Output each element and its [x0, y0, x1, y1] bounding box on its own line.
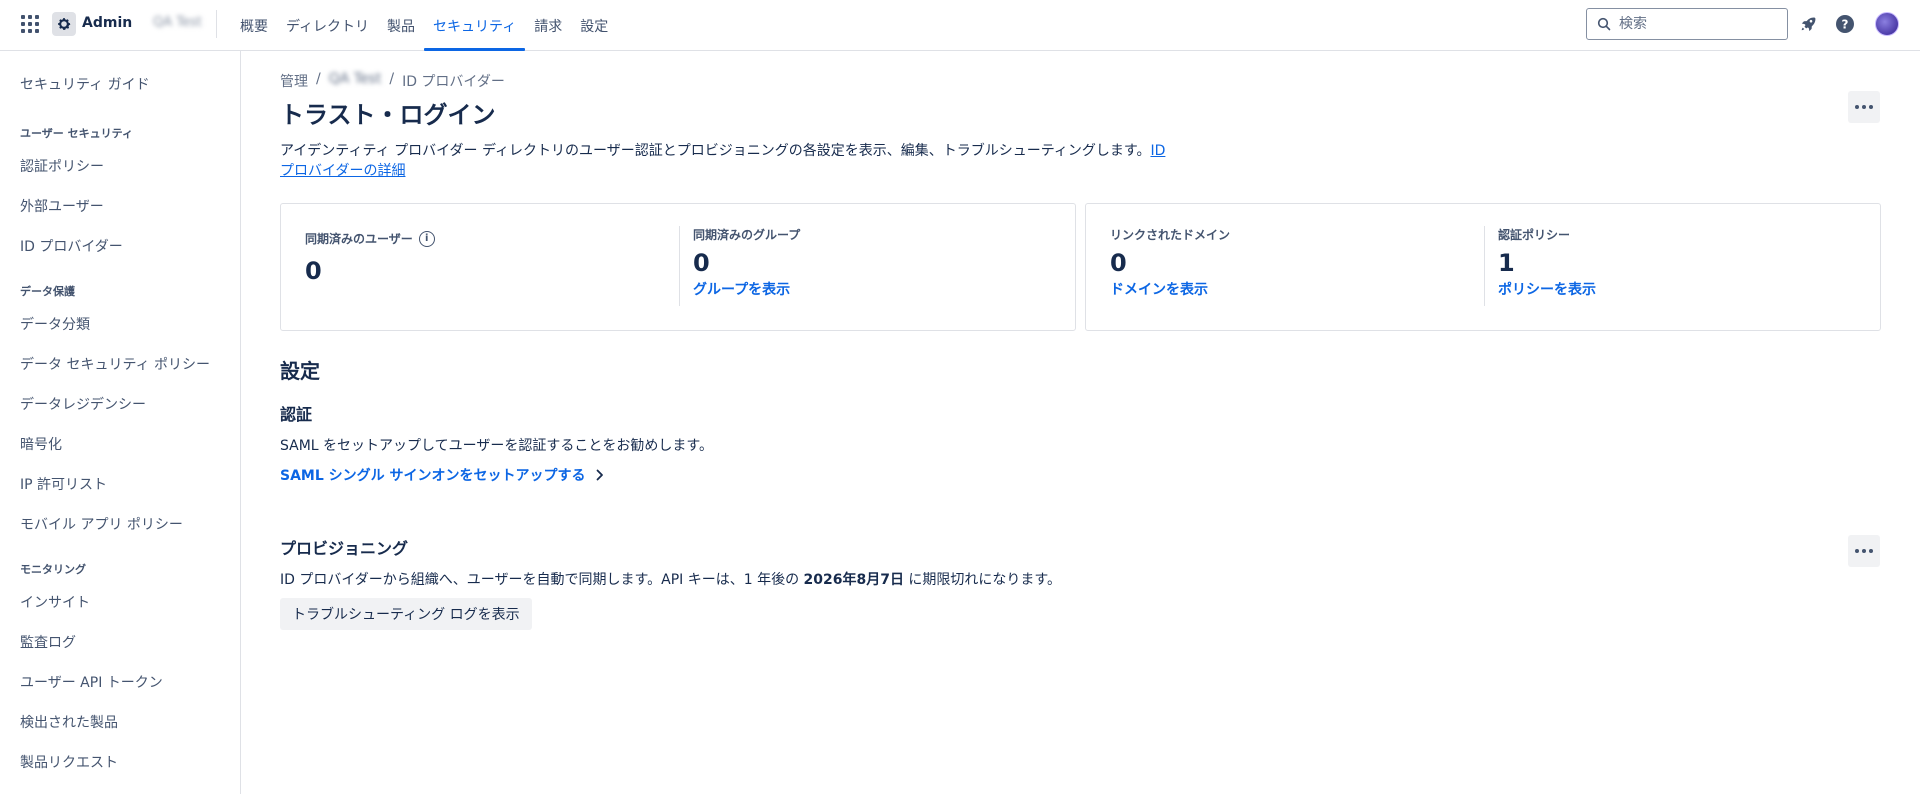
app-name[interactable]: Admin — [82, 15, 132, 31]
breadcrumb-identity-providers[interactable]: ID プロバイダー — [402, 71, 505, 91]
view-domains-link[interactable]: ドメインを表示 — [1110, 279, 1230, 299]
search-box[interactable] — [1586, 8, 1788, 40]
sidebar-item-insights[interactable]: インサイト — [20, 592, 90, 612]
sidebar: セキュリティ ガイド ユーザー セキュリティ 認証ポリシー 外部ユーザー ID … — [0, 51, 241, 794]
sidebar-heading-monitoring: モニタリング — [20, 563, 86, 576]
tab-directory[interactable]: ディレクトリ — [277, 0, 378, 51]
provisioning-more-actions-button[interactable] — [1848, 535, 1880, 567]
org-name[interactable]: QA Test — [153, 15, 202, 30]
notifications-rocket-icon[interactable] — [1797, 13, 1819, 35]
synced-groups-stat: 同期済みのグループ 0 グループを表示 — [693, 226, 800, 299]
help-icon[interactable]: ? — [1834, 13, 1856, 35]
synced-users-stat: 同期済みのユーザー i 0 — [305, 230, 435, 285]
authentication-heading: 認証 — [280, 405, 313, 424]
tab-settings[interactable]: 設定 — [571, 0, 617, 51]
tab-overview[interactable]: 概要 — [231, 0, 277, 51]
auth-policies-stat: 認証ポリシー 1 ポリシーを表示 — [1498, 226, 1596, 299]
sidebar-heading-user-security: ユーザー セキュリティ — [20, 127, 133, 140]
nav-tabs: 概要 ディレクトリ 製品 セキュリティ 請求 設定 — [231, 0, 617, 51]
page-description: アイデンティティ プロバイダー ディレクトリのユーザー認証とプロビジョニングの各… — [280, 141, 1180, 181]
avatar[interactable] — [1875, 12, 1899, 36]
auth-policies-label: 認証ポリシー — [1498, 228, 1571, 242]
sidebar-item-data-residency[interactable]: データレジデンシー — [20, 394, 146, 414]
info-icon[interactable]: i — [418, 230, 435, 247]
view-policies-link[interactable]: ポリシーを表示 — [1498, 279, 1596, 299]
page-more-actions-button[interactable] — [1848, 91, 1880, 123]
sidebar-item-ip-allowlist[interactable]: IP 許可リスト — [20, 474, 107, 494]
svg-text:?: ? — [1842, 18, 1849, 32]
search-input[interactable] — [1619, 16, 1779, 32]
sidebar-item-mobile-app-policy[interactable]: モバイル アプリ ポリシー — [20, 514, 183, 534]
api-key-expiry-date: 2026年8月7日 — [803, 572, 904, 588]
view-troubleshooting-log-button[interactable]: トラブルシューティング ログを表示 — [280, 598, 532, 630]
sidebar-heading-data-protection: データ保護 — [20, 285, 75, 298]
breadcrumb: 管理 / QA Test / ID プロバイダー — [280, 71, 505, 91]
authentication-text: SAML をセットアップしてユーザーを認証することをお勧めします。 — [280, 438, 713, 454]
sidebar-item-data-security-policy[interactable]: データ セキュリティ ポリシー — [20, 354, 210, 374]
sidebar-item-security-guide[interactable]: セキュリティ ガイド — [20, 74, 150, 94]
linked-domains-label: リンクされたドメイン — [1110, 228, 1231, 242]
linked-domains-value: 0 — [1110, 249, 1127, 277]
provisioning-text-after: に期限切れになります。 — [903, 572, 1062, 588]
sidebar-item-identity-providers[interactable]: ID プロバイダー — [20, 236, 123, 256]
stat-divider — [679, 226, 680, 306]
chevron-right-icon — [596, 469, 603, 481]
linked-domains-stat: リンクされたドメイン 0 ドメインを表示 — [1110, 226, 1230, 299]
sidebar-item-data-classification[interactable]: データ分類 — [20, 314, 90, 334]
tab-products[interactable]: 製品 — [378, 0, 424, 51]
tab-security[interactable]: セキュリティ — [424, 0, 526, 51]
breadcrumb-org[interactable]: QA Test — [329, 71, 382, 91]
setup-saml-sso-link[interactable]: SAML シングル サインオンをセットアップする — [280, 465, 604, 485]
sidebar-item-external-users[interactable]: 外部ユーザー — [20, 196, 104, 216]
setup-saml-sso-label: SAML シングル サインオンをセットアップする — [280, 468, 586, 484]
sidebar-item-user-api-tokens[interactable]: ユーザー API トークン — [20, 672, 163, 692]
provisioning-text-before: ID プロバイダーから組織へ、ユーザーを自動で同期します。API キーは、1 年… — [280, 572, 804, 588]
synced-users-value: 0 — [305, 257, 322, 285]
app-switcher-icon[interactable] — [21, 15, 39, 33]
breadcrumb-admin[interactable]: 管理 — [280, 71, 308, 91]
sidebar-item-auth-policies[interactable]: 認証ポリシー — [20, 156, 104, 176]
auth-policies-value: 1 — [1498, 249, 1515, 277]
page-title: トラスト・ログイン — [280, 101, 496, 129]
synced-groups-label: 同期済みのグループ — [693, 228, 801, 242]
top-navigation: Admin QA Test 概要 ディレクトリ 製品 セキュリティ 請求 設定 … — [0, 0, 1920, 51]
domain-policy-stats-card: リンクされたドメイン 0 ドメインを表示 認証ポリシー 1 ポリシーを表示 — [1085, 203, 1881, 331]
description-text: アイデンティティ プロバイダー ディレクトリのユーザー認証とプロビジョニングの各… — [280, 143, 1151, 159]
provisioning-heading: プロビジョニング — [280, 539, 409, 558]
sidebar-item-product-requests[interactable]: 製品リクエスト — [20, 752, 118, 772]
search-icon — [1597, 17, 1611, 31]
provisioning-text: ID プロバイダーから組織へ、ユーザーを自動で同期します。API キーは、1 年… — [280, 569, 1061, 589]
sidebar-item-audit-log[interactable]: 監査ログ — [20, 632, 76, 652]
sidebar-item-encryption[interactable]: 暗号化 — [20, 434, 62, 454]
admin-gear-logo-icon[interactable] — [52, 12, 76, 36]
settings-heading: 設定 — [280, 359, 320, 383]
tab-billing[interactable]: 請求 — [525, 0, 571, 51]
stat-divider — [1484, 226, 1485, 306]
sync-stats-card: 同期済みのユーザー i 0 同期済みのグループ 0 グループを表示 — [280, 203, 1076, 331]
synced-users-label: 同期済みのユーザー — [305, 232, 413, 246]
view-groups-link[interactable]: グループを表示 — [693, 279, 800, 299]
synced-groups-value: 0 — [693, 249, 710, 277]
sidebar-item-discovered-products[interactable]: 検出された製品 — [20, 712, 118, 732]
nav-divider — [216, 10, 217, 38]
